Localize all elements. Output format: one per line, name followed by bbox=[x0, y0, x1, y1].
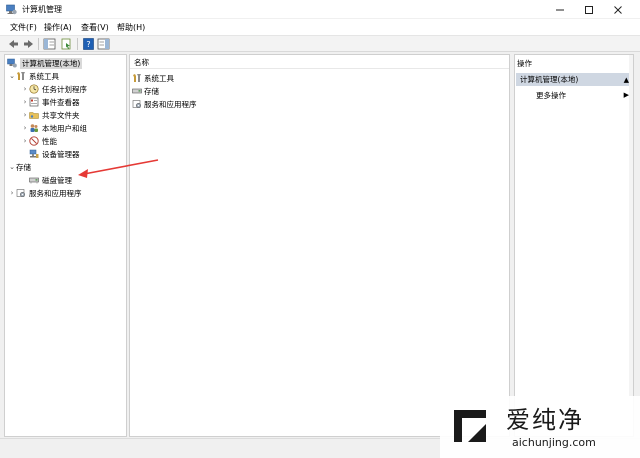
close-button[interactable] bbox=[604, 0, 632, 19]
tree-item-label: 任务计划程序 bbox=[42, 84, 87, 94]
action-pane: 操作 计算机管理(本地) ▲ 更多操作 ▶ bbox=[514, 54, 634, 437]
chevron-right-icon[interactable]: › bbox=[21, 98, 29, 106]
scrollbar[interactable] bbox=[629, 55, 633, 436]
shared-folder-icon bbox=[29, 112, 39, 119]
close-icon bbox=[614, 5, 622, 14]
tree-item-task-scheduler[interactable]: › 任务计划程序 bbox=[21, 83, 87, 95]
chevron-right-icon[interactable]: › bbox=[21, 111, 29, 119]
services-apps-icon bbox=[16, 189, 26, 198]
toolbar: ? bbox=[0, 35, 640, 52]
chevron-right-icon[interactable]: › bbox=[21, 137, 29, 145]
event-viewer-icon bbox=[29, 97, 39, 107]
menu-view[interactable]: 查看(V) bbox=[81, 22, 109, 33]
menu-bar: 文件(F) 操作(A) 查看(V) 帮助(H) bbox=[0, 19, 640, 35]
site-logo-icon bbox=[454, 410, 486, 442]
content-list: 名称 系统工具 存储 服务和应用程序 bbox=[129, 54, 510, 437]
chevron-right-icon[interactable]: › bbox=[21, 85, 29, 93]
tree-item-label: 存储 bbox=[16, 162, 31, 172]
list-item-label: 存储 bbox=[144, 86, 159, 96]
action-pane-title: 操作 bbox=[517, 59, 532, 68]
tree-item-label: 共享文件夹 bbox=[42, 110, 80, 120]
menu-help[interactable]: 帮助(H) bbox=[117, 22, 145, 33]
column-header-name[interactable]: 名称 bbox=[134, 57, 149, 68]
more-actions-item[interactable]: 更多操作 ▶ bbox=[516, 89, 633, 101]
computer-management-icon bbox=[7, 58, 17, 68]
menu-file[interactable]: 文件(F) bbox=[10, 22, 37, 33]
tree-item-event-viewer[interactable]: › 事件查看器 bbox=[21, 96, 80, 108]
navigation-tree: 计算机管理(本地) ⌄ 系统工具 › 任务计划程序 › 事件查看器 › 共享文件… bbox=[4, 54, 127, 437]
help-icon[interactable]: ? bbox=[82, 38, 95, 50]
task-scheduler-icon bbox=[29, 84, 39, 94]
window-title: 计算机管理 bbox=[22, 5, 62, 14]
tree-item-root[interactable]: 计算机管理(本地) bbox=[7, 57, 83, 69]
title-bar: 计算机管理 bbox=[0, 0, 640, 19]
action-section-label: 计算机管理(本地) bbox=[520, 75, 579, 84]
header-divider bbox=[130, 68, 509, 69]
performance-icon bbox=[29, 136, 39, 146]
forward-icon[interactable] bbox=[22, 38, 35, 50]
tree-item-disk-management[interactable]: 磁盘管理 bbox=[29, 174, 72, 186]
tree-item-system-tools[interactable]: ⌄ 系统工具 bbox=[8, 70, 59, 82]
services-apps-icon bbox=[132, 100, 142, 109]
back-icon[interactable] bbox=[7, 38, 20, 50]
more-actions-label: 更多操作 bbox=[536, 90, 566, 100]
list-item-label: 系统工具 bbox=[144, 73, 174, 83]
svg-text:?: ? bbox=[86, 40, 90, 49]
minimize-icon bbox=[556, 9, 564, 10]
users-icon bbox=[30, 124, 38, 132]
system-tools-icon bbox=[133, 74, 141, 82]
tree-item-performance[interactable]: › 性能 bbox=[21, 135, 57, 147]
tree-item-label: 事件查看器 bbox=[42, 97, 80, 107]
device-manager-icon bbox=[29, 149, 39, 158]
tree-item-local-users-groups[interactable]: › 本地用户和组 bbox=[21, 122, 87, 134]
chevron-right-icon[interactable]: › bbox=[8, 189, 16, 197]
minimize-button[interactable] bbox=[546, 0, 574, 19]
annotation-arrow bbox=[78, 159, 159, 178]
chevron-down-icon[interactable]: ⌄ bbox=[8, 72, 16, 80]
disk-management-icon bbox=[29, 177, 39, 184]
tree-item-storage[interactable]: ⌄ 存储 bbox=[8, 161, 31, 173]
toolbar-separator bbox=[38, 38, 39, 50]
tree-item-label: 本地用户和组 bbox=[42, 123, 87, 133]
show-action-pane-icon[interactable] bbox=[97, 38, 110, 50]
watermark: 爱纯净 aichunjing.com bbox=[440, 396, 640, 458]
toolbar-separator bbox=[77, 38, 78, 50]
computer-management-icon bbox=[6, 4, 17, 15]
watermark-url: aichunjing.com bbox=[512, 436, 596, 449]
action-section-header[interactable]: 计算机管理(本地) ▲ bbox=[516, 73, 633, 86]
properties-icon[interactable] bbox=[60, 38, 73, 50]
system-tools-icon bbox=[17, 72, 25, 80]
maximize-button[interactable] bbox=[575, 0, 603, 19]
list-item[interactable]: 服务和应用程序 bbox=[132, 98, 197, 110]
show-hide-tree-icon[interactable] bbox=[43, 38, 56, 50]
tree-item-shared-folders[interactable]: › 共享文件夹 bbox=[21, 109, 80, 121]
maximize-icon bbox=[585, 5, 593, 14]
list-item-label: 服务和应用程序 bbox=[144, 99, 197, 109]
main-area: 计算机管理(本地) ⌄ 系统工具 › 任务计划程序 › 事件查看器 › 共享文件… bbox=[0, 52, 640, 438]
tree-item-label: 计算机管理(本地) bbox=[20, 57, 83, 69]
storage-icon bbox=[132, 88, 142, 94]
list-item[interactable]: 存储 bbox=[132, 85, 159, 97]
chevron-down-icon[interactable]: ⌄ bbox=[8, 163, 16, 171]
tree-item-label: 系统工具 bbox=[29, 71, 59, 81]
menu-action[interactable]: 操作(A) bbox=[44, 22, 72, 33]
list-item[interactable]: 系统工具 bbox=[132, 72, 174, 84]
tree-item-label: 性能 bbox=[42, 136, 57, 146]
tree-item-label: 磁盘管理 bbox=[42, 175, 72, 185]
chevron-right-icon[interactable]: › bbox=[21, 124, 29, 132]
watermark-title: 爱纯净 bbox=[506, 406, 584, 434]
